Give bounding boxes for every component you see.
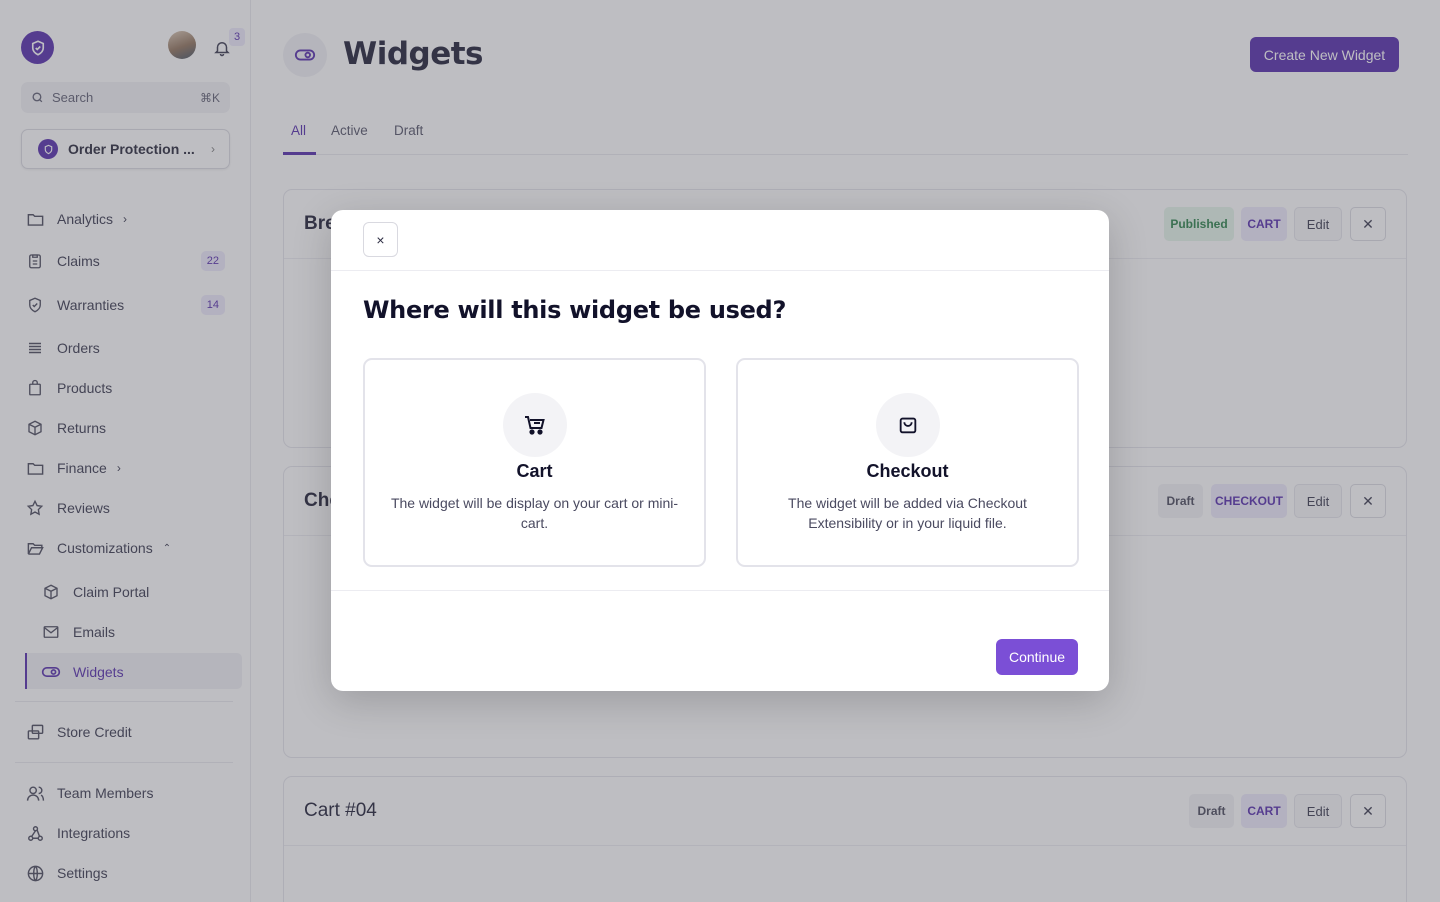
cart-icon (525, 416, 545, 435)
option-cart[interactable]: Cart The widget will be display on your … (363, 358, 706, 567)
modal-close-button[interactable]: × (363, 222, 398, 257)
modal-divider (331, 590, 1109, 591)
option-checkout[interactable]: Checkout The widget will be added via Ch… (736, 358, 1079, 567)
widget-type-modal: × Where will this widget be used? Cart T… (331, 210, 1109, 691)
option-title: Cart (516, 461, 553, 481)
option-description: The widget will be added via Checkout Ex… (788, 495, 1027, 531)
modal-title: Where will this widget be used? (363, 296, 787, 324)
bag-icon-wrapper (876, 393, 940, 457)
close-icon: × (376, 231, 385, 248)
option-description: The widget will be display on your cart … (390, 495, 679, 531)
bag-icon (899, 417, 917, 434)
option-title: Checkout (866, 461, 949, 481)
cart-icon-wrapper (503, 393, 567, 457)
continue-button[interactable]: Continue (996, 639, 1078, 675)
modal-divider (331, 270, 1109, 271)
